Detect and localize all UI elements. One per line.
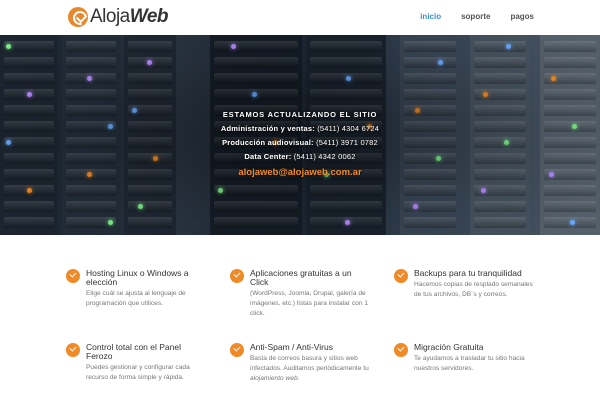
nav-item-soporte[interactable]: soporte [461, 12, 490, 21]
feature-title: Backups para tu tranquilidad [414, 268, 522, 278]
checkmark-circle-icon [66, 343, 80, 357]
contact-audiovisual-phone: (5411) 3971 0782 [316, 138, 378, 147]
feature-title: Control total con el Panel Ferozo [86, 342, 181, 361]
hero-banner: ESTAMOS ACTUALIZANDO EL SITIO Administra… [0, 35, 600, 235]
checkmark-circle-icon [230, 343, 244, 357]
contact-datacenter: Data Center: (5411) 4342 0062 [0, 150, 600, 164]
feature-desc-end: . [297, 375, 300, 382]
contact-audiovisual: Producción audiovisual: (5411) 3971 0782 [0, 136, 600, 150]
contact-admin: Administración y ventas: (5411) 4304 672… [0, 122, 600, 136]
checkmark-circle-icon [394, 343, 408, 357]
logo-text-regular: Aloja [90, 6, 130, 27]
site-header: Aloja Web inicio soporte pagos [0, 0, 600, 35]
features-section: Hosting Linux o Windows a elección Elige… [0, 235, 600, 400]
nav-item-pagos[interactable]: pagos [510, 12, 534, 21]
contact-audiovisual-label: Producción audiovisual: [222, 138, 314, 147]
contact-email-link[interactable]: alojaweb@alojaweb.com.ar [0, 165, 600, 181]
checkmark-circle-icon [230, 269, 244, 283]
feature-title: Hosting Linux o Windows a elección [86, 268, 189, 287]
feature-title: Migración Gratuita [414, 342, 484, 352]
feature-desc: Basta de correos basura y sitios web inf… [250, 354, 372, 384]
feature-desc: Hacemos copias de resplado semanales de … [414, 281, 533, 298]
feature-desc: Elige cuál se ajusta al lenguaje de prog… [86, 290, 186, 307]
feature-desc: Puedes gestionar y configurar cada recur… [86, 364, 190, 381]
feature-desc: (WordPress, Joomla, Drupal, galería de i… [250, 290, 369, 317]
hero-title: ESTAMOS ACTUALIZANDO EL SITIO [222, 110, 378, 119]
hero-text: ESTAMOS ACTUALIZANDO EL SITIO Administra… [0, 108, 600, 181]
site-logo[interactable]: Aloja Web [68, 6, 169, 28]
main-nav: inicio soporte pagos [400, 12, 534, 21]
alojaweb-logo-icon [68, 7, 88, 27]
contact-datacenter-phone: (5411) 4342 0062 [293, 152, 356, 161]
feature-title: Anti-Spam / Anti-Virus [250, 342, 333, 352]
feature-title: Aplicaciones gratuitas a un Click [250, 268, 352, 287]
checkmark-circle-icon [66, 269, 80, 283]
contact-datacenter-label: Data Center: [244, 152, 292, 161]
checkmark-circle-icon [394, 269, 408, 283]
logo-text-bold: Web [129, 6, 169, 27]
feature-desc-emphasis: alojamiento web [250, 375, 298, 382]
feature-desc: Te ayudamos a trasladar tu sitio hacia n… [414, 355, 525, 372]
nav-item-inicio[interactable]: inicio [420, 12, 441, 21]
contact-admin-label: Administración y ventas: [220, 124, 315, 133]
contact-admin-phone: (5411) 4304 6724 [317, 124, 380, 133]
feature-desc-text: Basta de correos basura y sitios web inf… [250, 355, 369, 372]
